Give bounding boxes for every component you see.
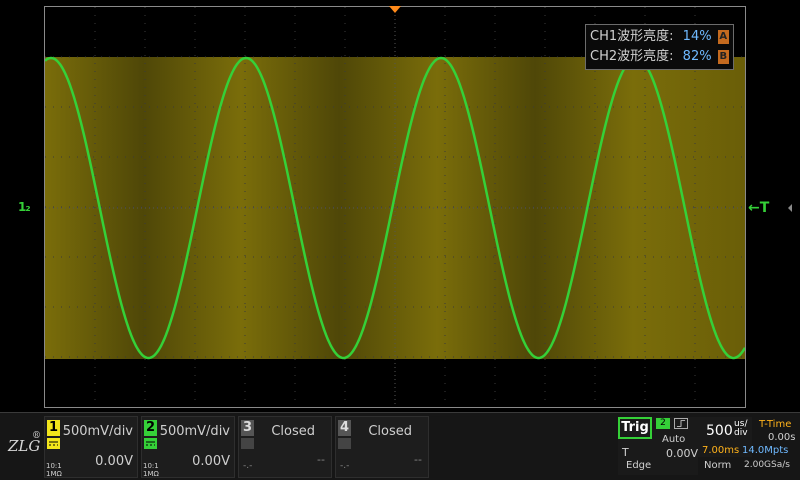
side-menu-arrow-icon[interactable]: [788, 204, 792, 212]
channel-4-panel[interactable]: 4 Closed -.- --: [335, 416, 429, 478]
ch2-brightness-label: CH2波形亮度:: [590, 49, 674, 64]
channel-2-offset: 0.00V: [192, 454, 230, 469]
zlg-logo: ZLG ®: [8, 431, 42, 467]
channel-3-offset-placeholder: --: [317, 453, 325, 466]
channel-2-panel[interactable]: 2 10:1 1MΩ 500mV/div 0.00V: [141, 416, 235, 478]
channel-1-number: 1: [47, 420, 60, 436]
channel-3-status: Closed: [271, 424, 315, 439]
acquisition-mode: Norm: [704, 460, 732, 471]
channel-4-offset-placeholder: --: [414, 453, 422, 466]
ch2-brightness-value: 82%: [682, 49, 712, 64]
trigger-position-marker[interactable]: [389, 6, 401, 13]
dc-coupling-icon: [144, 438, 157, 449]
timebase-unit: us/div: [734, 419, 748, 438]
channel-3-probe-placeholder: -.-: [243, 461, 253, 471]
status-bar: ZLG ® 1 10:1 1MΩ 500mV/div 0.00V 2 10:1 1MΩ…: [0, 412, 800, 480]
channel-1-panel[interactable]: 1 10:1 1MΩ 500mV/div 0.00V: [44, 416, 138, 478]
trigger-time-value: 0.00s: [768, 432, 796, 443]
channel-1-offset: 0.00V: [95, 454, 133, 469]
trigger-source: 2: [656, 418, 670, 429]
channel-3-panel[interactable]: 3 Closed -.- --: [238, 416, 332, 478]
knob-a-badge: A: [717, 30, 729, 44]
memory-depth: 14.0Mpts: [742, 445, 789, 456]
trigger-button[interactable]: Trig: [618, 417, 652, 439]
waveform-brightness-panel: CH1波形亮度: 14% A CH2波形亮度: 82% B: [585, 24, 734, 70]
channel-1-probe-info: 10:1 1MΩ: [46, 462, 62, 478]
trigger-time-label: T-Time: [759, 419, 792, 430]
registered-icon: ®: [32, 431, 41, 441]
channel-4-status: Closed: [368, 424, 412, 439]
trigger-edge-type: Edge: [626, 460, 652, 471]
rising-edge-icon: [674, 418, 688, 429]
channel-3-number: 3: [241, 420, 254, 436]
waveform-display[interactable]: 1₂ ←T CH1波形亮度: 14% A CH2波形亮度: 82% B: [0, 0, 800, 412]
channel-2-number: 2: [144, 420, 157, 436]
channel-2-probe-info: 10:1 1MΩ: [143, 462, 159, 478]
channel-4-probe-placeholder: -.-: [340, 461, 350, 471]
trigger-panel[interactable]: Trig 2 Auto T 0.00V Edge: [618, 417, 698, 475]
trigger-level-marker[interactable]: ←T: [748, 200, 769, 216]
channel-4-number: 4: [338, 420, 351, 436]
coupling-icon: [338, 438, 351, 449]
coupling-icon: [241, 438, 254, 449]
trigger-mode: Auto: [662, 434, 686, 445]
ch1-brightness-row[interactable]: CH1波形亮度: 14% A: [590, 27, 729, 47]
ch1-brightness-value: 14%: [682, 29, 712, 44]
ch1-offset-marker[interactable]: 1₂: [18, 200, 31, 214]
dc-coupling-icon: [47, 438, 60, 449]
timebase-delay: 7.00ms: [702, 445, 740, 456]
channel-1-scale: 500mV/div: [62, 424, 133, 439]
trigger-type-label: T: [622, 446, 629, 459]
knob-b-badge: B: [717, 50, 729, 64]
ch1-brightness-label: CH1波形亮度:: [590, 29, 674, 44]
channel-2-scale: 500mV/div: [159, 424, 230, 439]
sample-rate: 2.00GSa/s: [744, 460, 790, 470]
trigger-level-value: 0.00V: [665, 447, 698, 460]
ch2-brightness-row[interactable]: CH2波形亮度: 82% B: [590, 47, 729, 67]
timebase-value: 500: [706, 423, 733, 439]
